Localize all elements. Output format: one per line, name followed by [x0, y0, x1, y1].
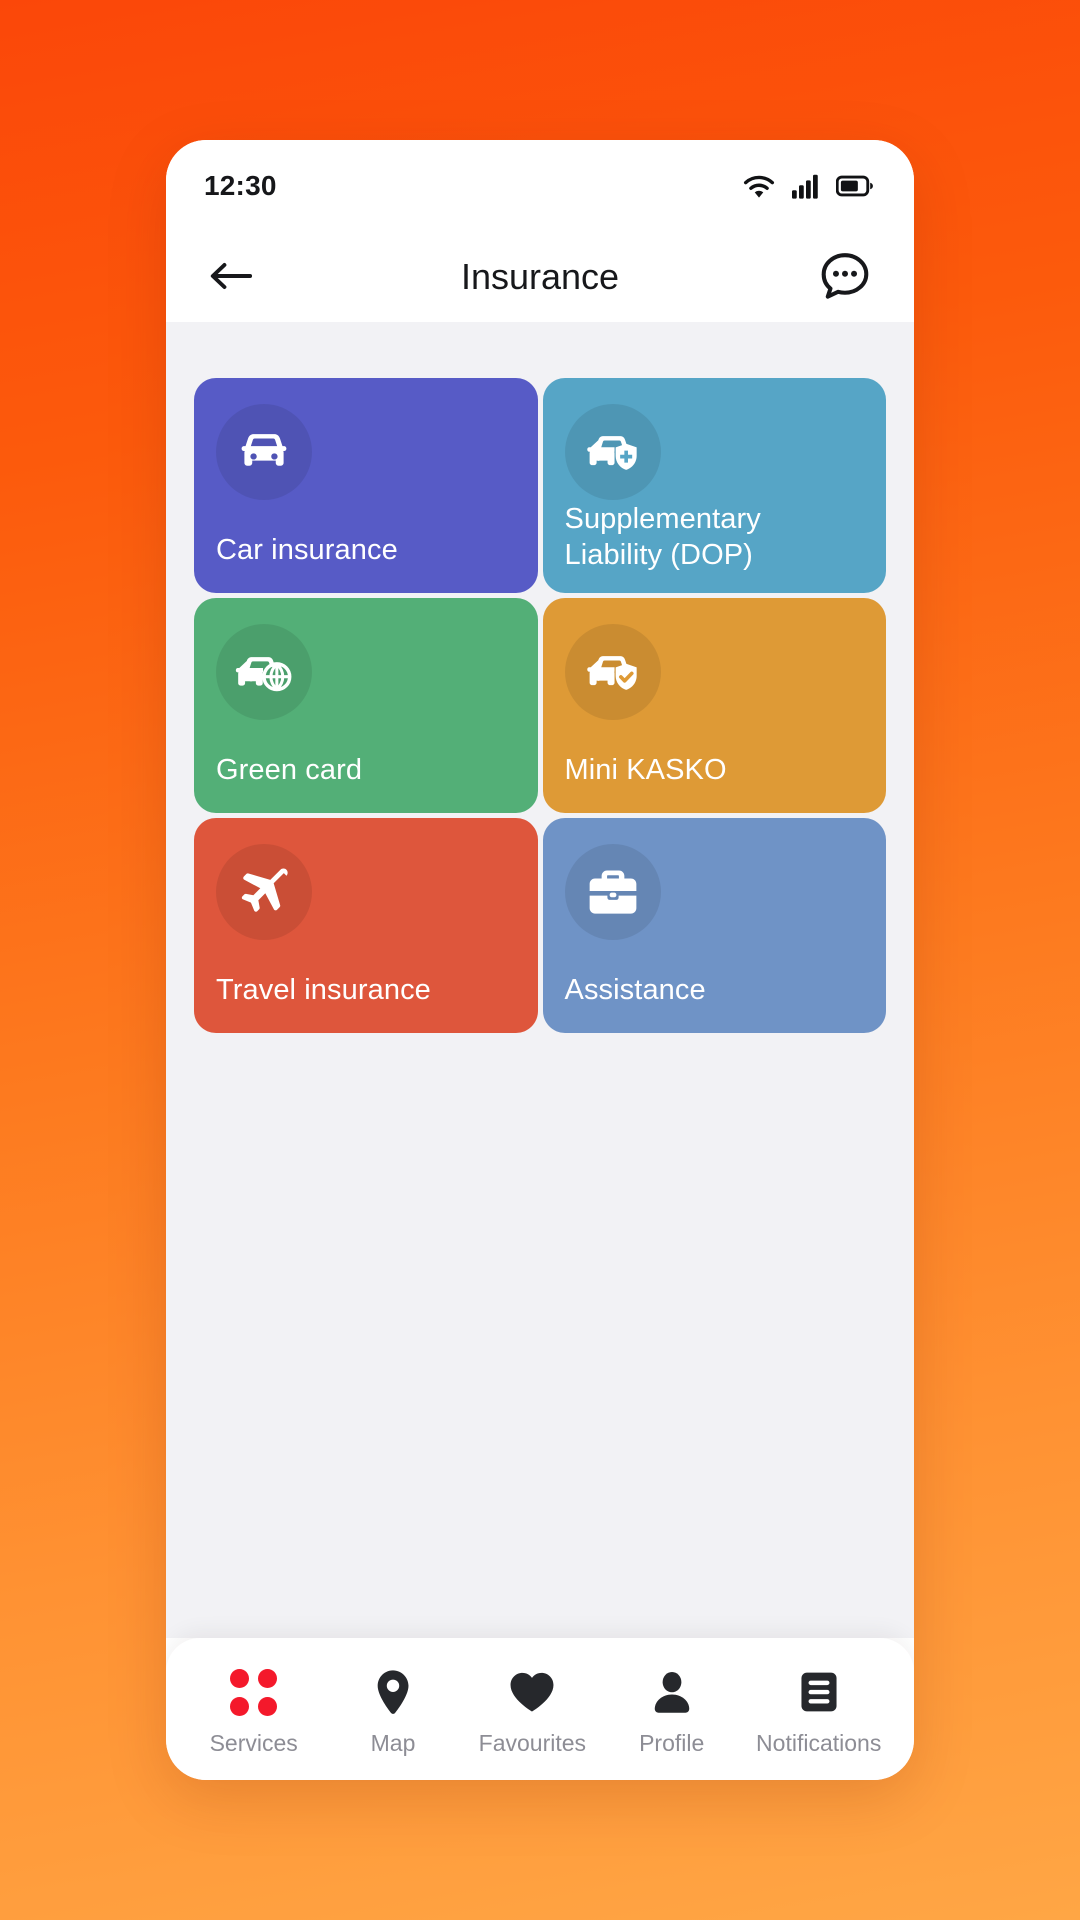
status-bar-clock: 12:30 — [204, 170, 277, 201]
card-icon-wrap — [216, 404, 312, 500]
insurance-card-grid: Car insurance Supplementary Liability (D… — [194, 378, 886, 1033]
card-travel-insurance[interactable]: Travel insurance — [194, 818, 538, 1033]
bottom-navigation: Services Map Favourites Profile Notifica… — [166, 1638, 914, 1780]
screen-content: Car insurance Supplementary Liability (D… — [166, 322, 914, 1638]
nav-item-services[interactable]: Services — [199, 1668, 309, 1757]
card-label: Supplementary Liability (DOP) — [564, 503, 761, 571]
card-label: Mini KASKO — [564, 754, 727, 787]
card-supplementary-liability[interactable]: Supplementary Liability (DOP) — [542, 378, 886, 593]
car-front-icon — [236, 429, 292, 475]
dot — [230, 1668, 250, 1688]
cellular-signal-icon — [792, 173, 820, 199]
chat-button[interactable] — [814, 246, 876, 308]
person-icon — [652, 1668, 692, 1716]
card-label: Green card — [216, 754, 363, 787]
battery-icon — [836, 174, 874, 198]
grid-dots-icon — [230, 1668, 278, 1716]
briefcase-icon — [587, 868, 639, 916]
card-icon-wrap — [564, 624, 661, 720]
status-bar-icons — [742, 173, 874, 199]
card-car-insurance[interactable]: Car insurance — [194, 378, 538, 593]
nav-item-notifications[interactable]: Notifications — [756, 1668, 881, 1757]
phone-frame: 12:30 Insurance Car insurance Supplement… — [166, 140, 914, 1780]
nav-item-profile[interactable]: Profile — [617, 1668, 727, 1757]
card-icon-wrap — [564, 404, 661, 500]
heart-icon — [509, 1668, 555, 1716]
page-title: Insurance — [460, 256, 620, 297]
back-button[interactable] — [200, 246, 262, 308]
dot — [258, 1696, 278, 1716]
dot — [258, 1668, 278, 1688]
chat-bubble-dots-icon — [819, 251, 871, 304]
car-shield-plus-icon — [585, 428, 641, 476]
nav-label: Services — [209, 1730, 298, 1756]
grid-dots-shape — [230, 1668, 278, 1716]
card-mini-kasko[interactable]: Mini KASKO — [542, 598, 886, 813]
card-label: Car insurance — [216, 534, 398, 567]
card-label: Assistance — [564, 974, 706, 1007]
app-header: Insurance — [166, 232, 914, 322]
arrow-left-icon — [209, 259, 253, 296]
car-shield-check-icon — [585, 648, 641, 696]
nav-label: Map — [370, 1730, 416, 1756]
nav-label: Profile — [639, 1730, 705, 1756]
card-icon-wrap — [216, 844, 312, 940]
nav-label: Favourites — [478, 1730, 587, 1756]
car-globe-icon — [235, 648, 293, 696]
nav-item-map[interactable]: Map — [338, 1668, 448, 1757]
nav-label: Notifications — [756, 1730, 882, 1756]
card-assistance[interactable]: Assistance — [542, 818, 886, 1033]
card-icon-wrap — [564, 844, 661, 940]
status-bar: 12:30 — [166, 140, 914, 232]
map-pin-icon — [374, 1668, 412, 1716]
nav-item-favourites[interactable]: Favourites — [477, 1668, 587, 1757]
airplane-icon — [238, 867, 290, 917]
dot — [230, 1696, 250, 1716]
card-green-card[interactable]: Green card — [194, 598, 538, 813]
wifi-icon — [742, 173, 776, 199]
card-label: Travel insurance — [216, 974, 431, 1007]
list-doc-icon — [799, 1668, 839, 1716]
card-icon-wrap — [216, 624, 312, 720]
